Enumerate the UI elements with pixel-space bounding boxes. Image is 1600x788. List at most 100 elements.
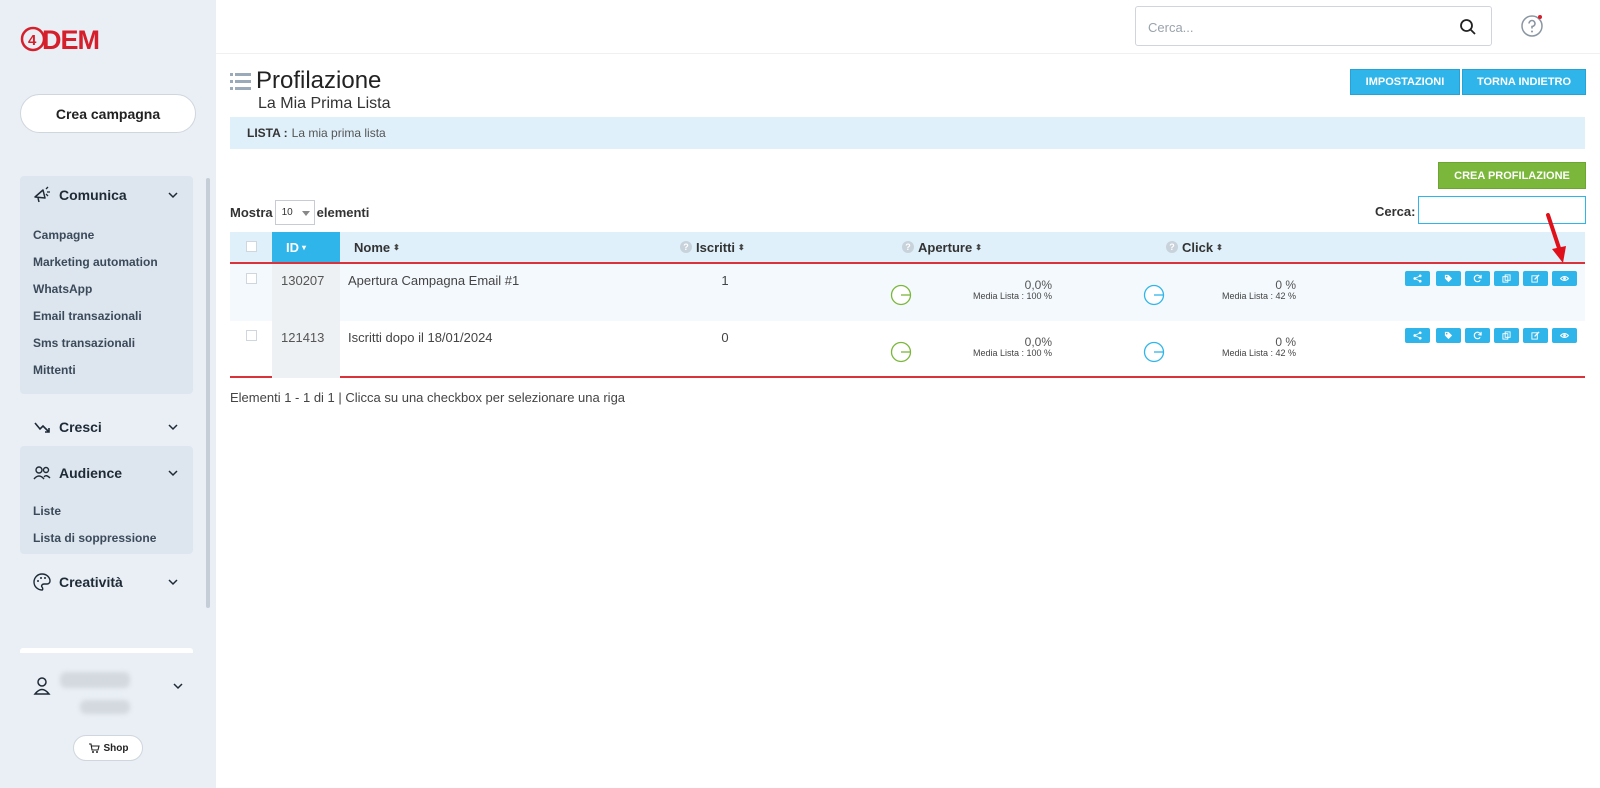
cell-name: Iscritti dopo il 18/01/2024 <box>348 330 493 345</box>
row-checkbox[interactable] <box>246 330 257 341</box>
duplicate-button[interactable] <box>1494 271 1519 286</box>
nav-label-comunica: Comunica <box>59 187 127 203</box>
view-button[interactable] <box>1552 271 1577 286</box>
page-title: Profilazione <box>256 67 382 94</box>
create-profiling-button[interactable]: CREA PROFILAZIONE <box>1438 162 1586 189</box>
user-menu[interactable] <box>20 670 193 730</box>
table-info: Elementi 1 - 1 di 1 | Clicca su una chec… <box>230 390 626 405</box>
edit-button[interactable] <box>1523 328 1548 343</box>
nav-item-mittenti[interactable]: Mittenti <box>33 363 76 377</box>
search-icon[interactable] <box>1459 18 1477 36</box>
cell-aperture-pct: 0,0% <box>1024 335 1052 349</box>
user-name-redacted <box>60 672 130 688</box>
table-row[interactable]: 121413 Iscritti dopo il 18/01/2024 0 0,0… <box>230 321 1585 378</box>
share-button[interactable] <box>1405 328 1430 343</box>
col-header-id-label: ID <box>286 239 299 255</box>
help-icon[interactable] <box>1520 14 1544 38</box>
nav-item-whatsapp[interactable]: WhatsApp <box>33 282 92 296</box>
list-icon <box>230 73 251 90</box>
table-search-label: Cerca: <box>1375 204 1416 219</box>
col-header-click[interactable]: ? Click ⬍ <box>1166 232 1223 262</box>
row-checkbox[interactable] <box>246 273 257 284</box>
annotation-arrow-icon <box>1546 213 1566 263</box>
nav-item-lista-soppressione[interactable]: Lista di soppressione <box>33 531 156 545</box>
chevron-down-icon <box>173 683 183 690</box>
shop-button[interactable]: Shop <box>73 735 143 761</box>
share-button[interactable] <box>1405 271 1430 286</box>
view-button[interactable] <box>1552 328 1577 343</box>
table-row[interactable]: 130207 Apertura Campagna Email #1 1 0,0%… <box>230 264 1585 321</box>
cell-iscritti: 1 <box>721 273 729 288</box>
col-header-id[interactable]: ID ▾ <box>272 232 340 262</box>
back-button[interactable]: TORNA INDIETRO <box>1462 69 1586 95</box>
list-info-bar: LISTA : La mia prima lista <box>230 117 1585 149</box>
nav-head-comunica[interactable]: Comunica <box>20 176 193 214</box>
col-header-iscritti-label: Iscritti <box>696 239 736 255</box>
refresh-button[interactable] <box>1465 328 1490 343</box>
global-search-input[interactable] <box>1148 17 1448 37</box>
tag-button[interactable] <box>1436 328 1461 343</box>
nav-head-audience[interactable]: Audience <box>20 454 193 492</box>
sort-icon: ⬍ <box>975 242 982 252</box>
col-header-name[interactable]: Nome ⬍ <box>354 232 400 262</box>
nav-group-cresci: Cresci <box>20 408 193 446</box>
megaphone-icon <box>34 186 50 203</box>
edit-icon <box>1531 331 1540 340</box>
users-icon <box>33 466 51 480</box>
share-icon <box>1413 331 1422 340</box>
palette-icon <box>33 573 51 591</box>
nav-head-creativita[interactable]: Creatività <box>20 563 193 601</box>
show-label: Mostra <box>230 205 273 220</box>
list-info-label: LISTA : <box>247 126 288 140</box>
sidebar-divider <box>20 648 193 653</box>
topbar <box>216 0 1600 54</box>
cell-click-pct: 0 % <box>1275 335 1296 349</box>
shop-label: Shop <box>103 742 129 754</box>
app-logo[interactable]: 4 DEM <box>20 24 130 58</box>
tag-icon <box>1444 331 1453 340</box>
click-pie-icon <box>1143 341 1165 363</box>
col-header-click-label: Click <box>1182 239 1214 255</box>
col-header-iscritti[interactable]: ? Iscritti ⬍ <box>680 232 745 262</box>
list-info-value: La mia prima lista <box>291 126 386 140</box>
cell-aperture-media: Media Lista : 100 % <box>972 348 1052 358</box>
nav-label-audience: Audience <box>59 465 123 481</box>
create-campaign-button[interactable]: Crea campagna <box>20 94 196 133</box>
nav-head-cresci[interactable]: Cresci <box>20 408 193 446</box>
page-subtitle: La Mia Prima Lista <box>258 95 391 112</box>
nav-item-campagne[interactable]: Campagne <box>33 228 94 242</box>
copy-icon <box>1502 274 1511 283</box>
nav-label-creativita: Creatività <box>59 574 123 590</box>
user-icon <box>33 677 51 695</box>
page-length-value: 10 <box>281 207 293 218</box>
settings-button[interactable]: IMPOSTAZIONI <box>1350 69 1460 95</box>
trend-arrow-icon <box>34 422 50 433</box>
help-circle-icon[interactable]: ? <box>680 241 692 253</box>
share-icon <box>1413 274 1422 283</box>
edit-button[interactable] <box>1523 271 1548 286</box>
tag-button[interactable] <box>1436 271 1461 286</box>
click-pie-icon <box>1143 284 1165 306</box>
cell-click-media: Media Lista : 42 % <box>1221 291 1296 301</box>
global-search <box>1135 6 1492 46</box>
cell-click-media: Media Lista : 42 % <box>1221 348 1296 358</box>
cell-aperture-pct: 0,0% <box>1024 278 1052 292</box>
nav-item-sms-transazionali[interactable]: Sms transazionali <box>33 336 135 350</box>
eye-icon <box>1560 333 1569 338</box>
sidebar-scrollbar[interactable] <box>206 178 210 608</box>
col-header-aperture-label: Aperture <box>918 239 973 255</box>
nav-item-email-transazionali[interactable]: Email transazionali <box>33 309 142 323</box>
refresh-button[interactable] <box>1465 271 1490 286</box>
select-all-checkbox[interactable] <box>246 241 257 252</box>
help-circle-icon[interactable]: ? <box>1166 241 1178 253</box>
cell-name: Apertura Campagna Email #1 <box>348 273 520 288</box>
help-circle-icon[interactable]: ? <box>902 241 914 253</box>
page-length-select[interactable]: 10 <box>274 200 315 225</box>
nav-item-marketing-automation[interactable]: Marketing automation <box>33 255 158 269</box>
nav-item-liste[interactable]: Liste <box>33 504 61 518</box>
tag-icon <box>1444 274 1453 283</box>
duplicate-button[interactable] <box>1494 328 1519 343</box>
nav-group-comunica: Comunica Campagne Marketing automation W… <box>20 176 193 394</box>
col-header-aperture[interactable]: ? Aperture ⬍ <box>902 232 982 262</box>
show-suffix: elementi <box>316 205 370 220</box>
